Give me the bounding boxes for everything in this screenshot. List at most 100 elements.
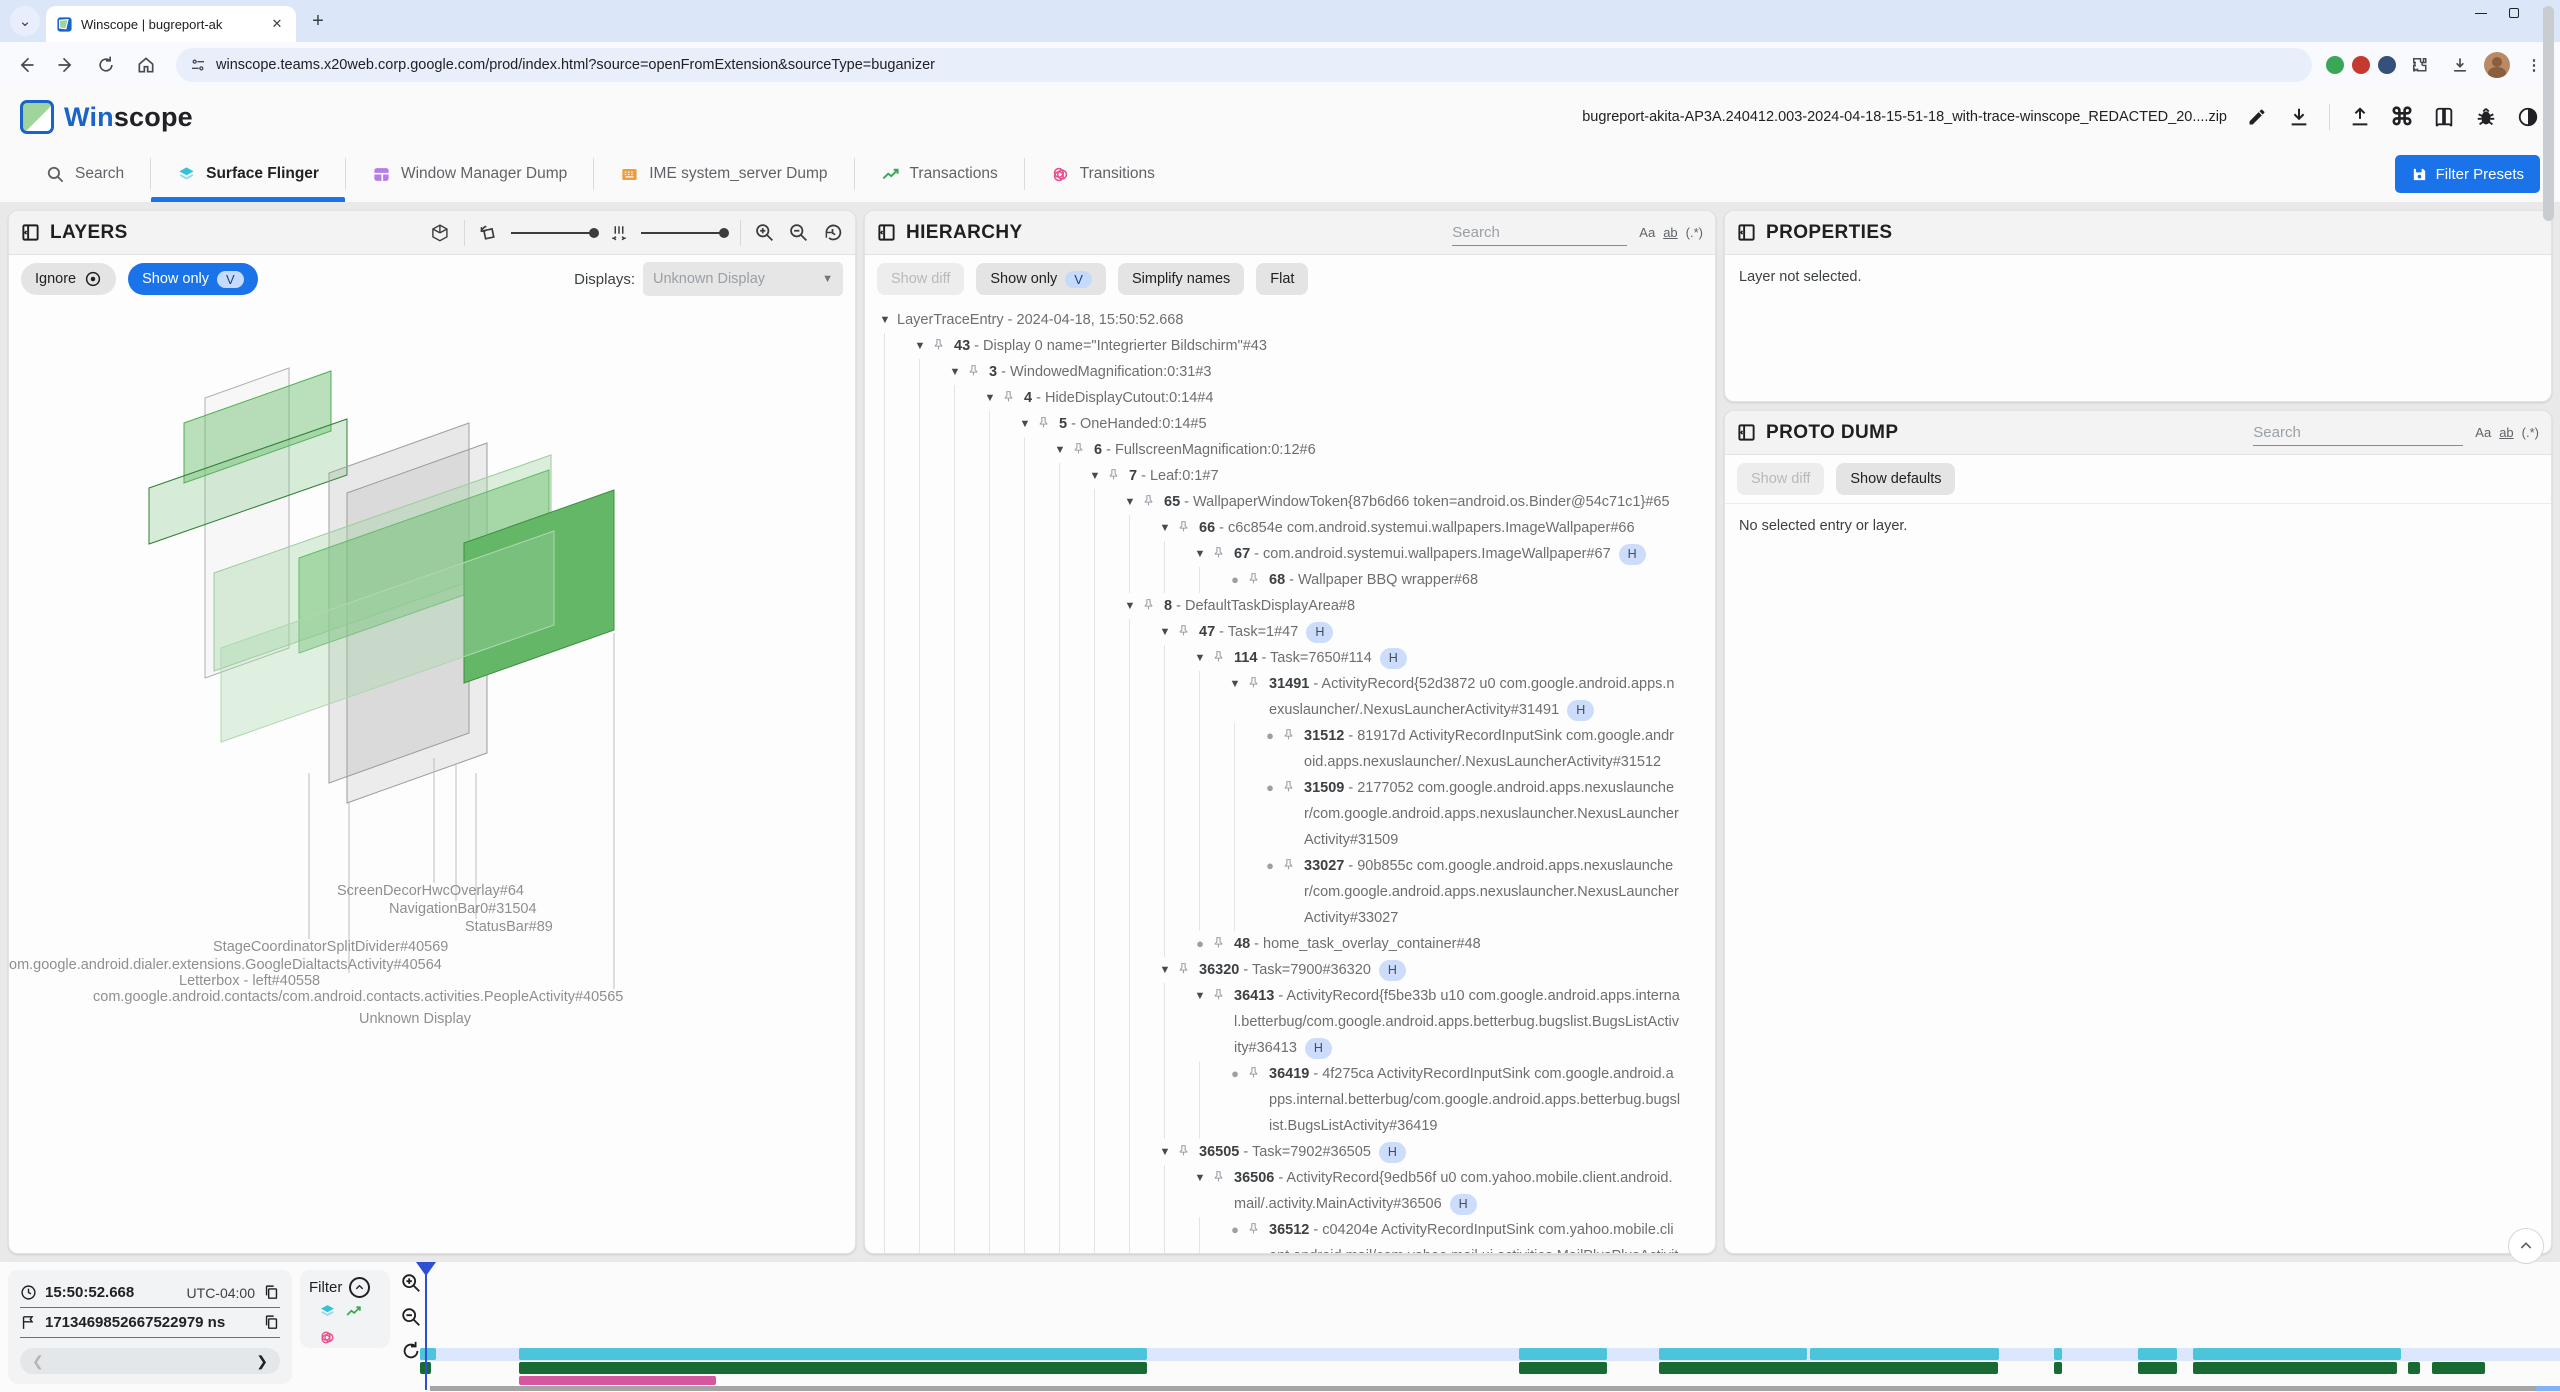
proto-dump-search-input[interactable]	[2253, 420, 2463, 446]
transactions-segment[interactable]	[2432, 1362, 2485, 1374]
surface-flinger-segment[interactable]	[2138, 1348, 2177, 1360]
pin-icon[interactable]	[1142, 489, 1164, 507]
match-word-icon[interactable]: ab	[2499, 425, 2513, 440]
pin-icon[interactable]	[1212, 541, 1234, 559]
surface-flinger-segment[interactable]	[1659, 1348, 1807, 1360]
expand-arrow-icon[interactable]: ▼	[1083, 463, 1107, 489]
download-trace-icon[interactable]	[2287, 105, 2311, 129]
pin-icon[interactable]	[1002, 385, 1024, 403]
tab-search-button[interactable]: ⌄	[10, 6, 40, 36]
transactions-segment[interactable]	[2193, 1362, 2397, 1374]
expand-arrow-icon[interactable]: ▼	[1153, 1139, 1177, 1165]
show-defaults-button[interactable]: Show defaults	[1836, 463, 1955, 495]
transactions-segment[interactable]	[519, 1362, 1147, 1374]
forward-icon[interactable]	[50, 49, 82, 81]
tree-node-8[interactable]: ▼8 - DefaultTaskDisplayArea#8	[873, 593, 1689, 619]
transactions-filter-icon[interactable]	[345, 1303, 362, 1320]
pin-icon[interactable]	[1212, 1165, 1234, 1183]
regex-icon[interactable]: (.*)	[1686, 225, 1703, 240]
human-time-value[interactable]: 15:50:52.668	[45, 1284, 134, 1301]
tab-ime-system-server-dump[interactable]: IME system_server Dump	[594, 146, 853, 202]
expand-arrow-icon[interactable]: ▼	[1188, 983, 1212, 1009]
url-bar[interactable]: winscope.teams.x20web.corp.google.com/pr…	[176, 48, 2312, 82]
tree-node-4[interactable]: ▼4 - HideDisplayCutout:0:14#4	[873, 385, 1689, 411]
pin-icon[interactable]	[1212, 645, 1234, 663]
tree-node-31509[interactable]: ●31509 - 2177052 com.google.android.apps…	[873, 775, 1689, 853]
site-info-icon[interactable]	[190, 57, 206, 73]
expand-arrow-icon[interactable]: ▼	[943, 359, 967, 385]
copy-time-icon[interactable]	[263, 1284, 280, 1301]
expand-arrow-icon[interactable]: ▼	[873, 307, 897, 333]
collapse-timeline-button[interactable]	[2508, 1228, 2544, 1264]
pin-icon[interactable]	[1072, 437, 1094, 455]
surface-flinger-segment[interactable]	[2193, 1348, 2401, 1360]
regex-icon[interactable]: (.*)	[2522, 425, 2539, 440]
pin-icon[interactable]	[1247, 1217, 1269, 1235]
profile-avatar[interactable]	[2484, 52, 2510, 78]
match-case-icon[interactable]: Aa	[2475, 425, 2491, 440]
transitions-filter-icon[interactable]	[319, 1329, 336, 1346]
pin-icon[interactable]	[1177, 1139, 1199, 1157]
back-icon[interactable]	[10, 49, 42, 81]
dark-mode-toggle-icon[interactable]	[2516, 105, 2540, 129]
expand-arrow-icon[interactable]: ▼	[1188, 541, 1212, 567]
downloads-icon[interactable]	[2444, 49, 2476, 81]
transactions-segment[interactable]	[2408, 1362, 2420, 1374]
tree-node-7[interactable]: ▼7 - Leaf:0:1#7	[873, 463, 1689, 489]
expand-arrow-icon[interactable]: ▼	[1223, 671, 1247, 697]
pin-icon[interactable]	[1107, 463, 1129, 481]
tree-node-65[interactable]: ▼65 - WallpaperWindowToken{87b6d66 token…	[873, 489, 1689, 515]
transactions-segment[interactable]	[2138, 1362, 2177, 1374]
tree-node-36512[interactable]: ●36512 - c04204e ActivityRecordInputSink…	[873, 1217, 1689, 1253]
expand-arrow-icon[interactable]: ▼	[1153, 957, 1177, 983]
tree-node-31491[interactable]: ▼31491 - ActivityRecord{52d3872 u0 com.g…	[873, 671, 1689, 723]
layer-spacing-slider[interactable]	[641, 232, 727, 234]
expand-arrow-icon[interactable]: ▼	[908, 333, 932, 359]
tree-node-67[interactable]: ▼67 - com.android.systemui.wallpapers.Im…	[873, 541, 1689, 567]
match-word-icon[interactable]: ab	[1663, 225, 1677, 240]
surface-flinger-filter-icon[interactable]	[319, 1303, 336, 1320]
expand-arrow-icon[interactable]: ▼	[978, 385, 1002, 411]
browser-tab[interactable]: Winscope | bugreport-ak ✕	[46, 6, 296, 42]
window-maximize-icon[interactable]	[2509, 8, 2519, 18]
pin-icon[interactable]	[1247, 1061, 1269, 1079]
expand-arrow-icon[interactable]: ▼	[1118, 489, 1142, 515]
surface-flinger-segment[interactable]	[1519, 1348, 1607, 1360]
home-icon[interactable]	[130, 49, 162, 81]
dock-panel-icon[interactable]	[1737, 223, 1756, 242]
timeline-scrollbar[interactable]	[430, 1386, 2560, 1391]
zoom-out-icon[interactable]	[788, 222, 809, 243]
expand-arrow-icon[interactable]: ▼	[1048, 437, 1072, 463]
timeline-zoom-out-icon[interactable]	[400, 1306, 422, 1328]
previous-entry-icon[interactable]: ❮	[32, 1353, 44, 1370]
surface-flinger-segment[interactable]	[2054, 1348, 2062, 1360]
surface-flinger-segment[interactable]	[519, 1348, 1147, 1360]
tree-node-36506[interactable]: ▼36506 - ActivityRecord{9edb56f u0 com.y…	[873, 1165, 1689, 1217]
hierarchy-search-input[interactable]	[1452, 220, 1627, 246]
shortcuts-icon[interactable]: ⌘	[2390, 105, 2414, 129]
pin-icon[interactable]	[1177, 957, 1199, 975]
extension-icon-red[interactable]	[2352, 56, 2370, 74]
tree-node-36505[interactable]: ▼36505 - Task=7902#36505H	[873, 1139, 1689, 1165]
tree-node-36413[interactable]: ▼36413 - ActivityRecord{f5be33b u10 com.…	[873, 983, 1689, 1061]
tree-node-36320[interactable]: ▼36320 - Task=7900#36320H	[873, 957, 1689, 983]
zoom-in-icon[interactable]	[754, 222, 775, 243]
match-case-icon[interactable]: Aa	[1639, 225, 1655, 240]
tree-node-3[interactable]: ▼3 - WindowedMagnification:0:31#3	[873, 359, 1689, 385]
pin-icon[interactable]	[1282, 775, 1304, 793]
documentation-icon[interactable]	[2432, 105, 2456, 129]
flat-button[interactable]: Flat	[1256, 263, 1308, 295]
pin-icon[interactable]	[1282, 723, 1304, 741]
pin-icon[interactable]	[1247, 671, 1269, 689]
extension-icon-green[interactable]	[2326, 56, 2344, 74]
pin-icon[interactable]	[1177, 515, 1199, 533]
tree-node-114[interactable]: ▼114 - Task=7650#114H	[873, 645, 1689, 671]
transactions-segment[interactable]	[1519, 1362, 1607, 1374]
copy-ns-icon[interactable]	[263, 1314, 280, 1331]
transitions-segment[interactable]	[519, 1376, 716, 1385]
tree-node-48[interactable]: ●48 - home_task_overlay_container#48	[873, 931, 1689, 957]
tree-node-66[interactable]: ▼66 - c6c854e com.android.systemui.wallp…	[873, 515, 1689, 541]
tab-surface-flinger[interactable]: Surface Flinger	[151, 146, 345, 202]
new-tab-button[interactable]: +	[304, 7, 332, 35]
tab-transactions[interactable]: Transactions	[855, 146, 1024, 202]
